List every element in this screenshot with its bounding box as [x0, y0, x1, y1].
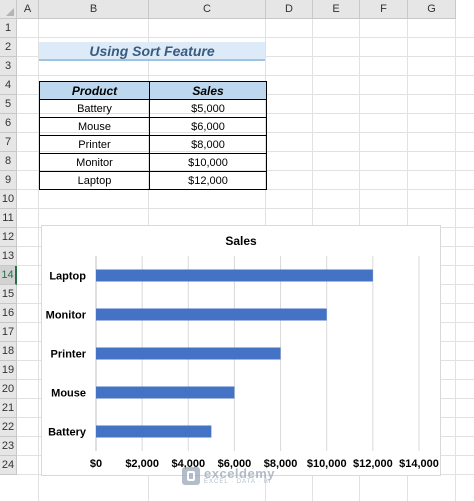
sales-cell[interactable]: $8,000: [149, 135, 267, 154]
x-tick-label: $14,000: [399, 458, 439, 470]
row-header-23[interactable]: 23: [0, 437, 17, 456]
table-row: Monitor $10,000: [39, 153, 267, 172]
watermark-tagline: EXCEL · DATA · BI: [204, 479, 272, 485]
product-cell[interactable]: Mouse: [39, 117, 150, 136]
product-cell[interactable]: Printer: [39, 135, 150, 154]
column-header-c[interactable]: C: [149, 0, 266, 19]
exceldemy-watermark: exceldemy EXCEL · DATA · BI: [182, 466, 275, 485]
header-sales[interactable]: Sales: [149, 81, 267, 100]
row-header-11[interactable]: 11: [0, 209, 17, 228]
y-category-label: Mouse: [51, 388, 86, 400]
row-header-21[interactable]: 21: [0, 399, 17, 418]
row-header-3[interactable]: 3: [0, 57, 17, 76]
row-header-4[interactable]: 4: [0, 76, 17, 95]
table-row: Battery $5,000: [39, 99, 267, 118]
y-category-label: Laptop: [49, 271, 86, 283]
x-tick-label: $12,000: [353, 458, 393, 470]
table-row: Laptop $12,000: [39, 171, 267, 190]
row-header-7[interactable]: 7: [0, 133, 17, 152]
sales-cell[interactable]: $5,000: [149, 99, 267, 118]
row-header-14[interactable]: 14: [0, 266, 17, 285]
column-header-e[interactable]: E: [313, 0, 360, 19]
row-header-8[interactable]: 8: [0, 152, 17, 171]
product-cell[interactable]: Laptop: [39, 171, 150, 190]
product-cell[interactable]: Monitor: [39, 153, 150, 172]
row-header-10[interactable]: 10: [0, 190, 17, 209]
exceldemy-logo-icon: [182, 466, 200, 485]
x-tick-label: $0: [90, 458, 102, 470]
row-header-15[interactable]: 15: [0, 285, 17, 304]
sales-bar-chart[interactable]: Sales $0 $2,000 $4,000 $6,000 $8,000 $10,000 $…: [41, 225, 441, 476]
row-header-19[interactable]: 19: [0, 361, 17, 380]
column-header-d[interactable]: D: [266, 0, 313, 19]
header-product[interactable]: Product: [39, 81, 150, 100]
sales-cell[interactable]: $6,000: [149, 117, 267, 136]
bar-printer[interactable]: [96, 347, 281, 360]
bar-laptop[interactable]: [96, 269, 373, 282]
table-row: Printer $8,000: [39, 135, 267, 154]
row-header-24[interactable]: 24: [0, 456, 17, 475]
x-tick-label: $2,000: [125, 458, 159, 470]
row-header-22[interactable]: 22: [0, 418, 17, 437]
sheet-title-cell[interactable]: Using Sort Feature: [39, 42, 265, 61]
row-header-2[interactable]: 2: [0, 38, 17, 57]
product-cell[interactable]: Battery: [39, 99, 150, 118]
table-row: Mouse $6,000: [39, 117, 267, 136]
row-header-17[interactable]: 17: [0, 323, 17, 342]
y-category-label: Monitor: [46, 310, 87, 322]
row-header-12[interactable]: 12: [0, 228, 17, 247]
bar-battery[interactable]: [96, 425, 212, 438]
y-category-label: Printer: [51, 349, 87, 361]
row-header-18[interactable]: 18: [0, 342, 17, 361]
column-header-f[interactable]: F: [360, 0, 408, 19]
column-header-b[interactable]: B: [39, 0, 149, 19]
bar-mouse[interactable]: [96, 386, 235, 399]
sales-cell[interactable]: $12,000: [149, 171, 267, 190]
sales-cell[interactable]: $10,000: [149, 153, 267, 172]
row-header-16[interactable]: 16: [0, 304, 17, 323]
row-header-5[interactable]: 5: [0, 95, 17, 114]
column-header-a[interactable]: A: [17, 0, 39, 19]
chart-plot: $0 $2,000 $4,000 $6,000 $8,000 $10,000 $12,000…: [46, 256, 439, 470]
y-category-label: Battery: [48, 427, 87, 439]
row-header-13[interactable]: 13: [0, 247, 17, 266]
row-header-20[interactable]: 20: [0, 380, 17, 399]
select-all-corner[interactable]: [0, 0, 17, 19]
product-sales-table: Product Sales Battery $5,000 Mouse $6,00…: [39, 81, 267, 190]
row-header-6[interactable]: 6: [0, 114, 17, 133]
x-tick-label: $10,000: [307, 458, 347, 470]
row-header-1[interactable]: 1: [0, 19, 17, 38]
column-header-g[interactable]: G: [408, 0, 456, 19]
table-header-row: Product Sales: [39, 81, 267, 100]
row-header-9[interactable]: 9: [0, 171, 17, 190]
bar-monitor[interactable]: [96, 308, 327, 321]
